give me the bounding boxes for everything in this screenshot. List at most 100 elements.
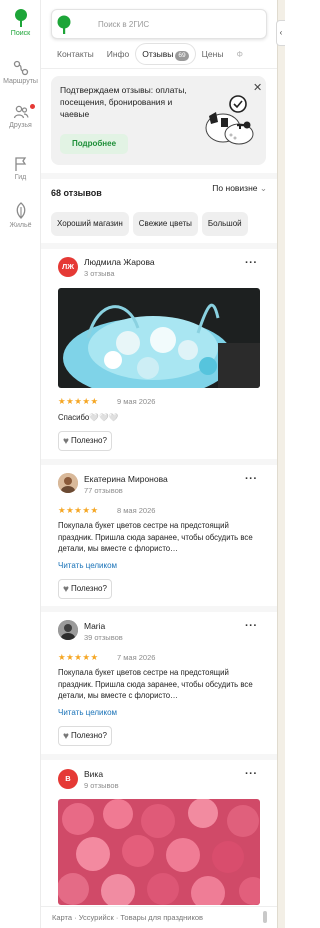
heart-icon: ♥: [63, 584, 69, 595]
more-options-icon[interactable]: ···: [245, 257, 258, 269]
review-text: Покупала букет цветов сестре на предстоя…: [58, 521, 253, 553]
tab-label: Контакты: [57, 49, 94, 59]
chevron-left-icon: ‹: [279, 28, 283, 37]
read-more-link[interactable]: Читать целиком: [58, 561, 117, 570]
search-pin-icon: [14, 9, 27, 27]
notification-dot: [30, 104, 35, 109]
tab-reviews[interactable]: Отзывы 69: [136, 44, 195, 64]
reviews-count-badge: 69: [175, 51, 189, 61]
rating-stars: ★★★★★: [58, 505, 99, 515]
left-rail: Поиск Маршруты Друзья Гид Жильё: [0, 0, 41, 928]
rating-stars: ★★★★★: [58, 652, 99, 662]
avatar[interactable]: [58, 620, 78, 640]
roses-photo-icon: [58, 799, 260, 905]
flowers-photo-icon: [58, 288, 260, 388]
review-photo[interactable]: [58, 288, 260, 388]
promo-text: Подтверждаем отзывы: оплаты, посещения, …: [60, 85, 187, 119]
reviews-header: 68 отзывов По новизне ⌄: [51, 183, 267, 198]
more-options-icon[interactable]: ···: [245, 768, 258, 780]
heart-icon: ♥: [63, 731, 69, 742]
section-divider: [41, 754, 277, 760]
useful-label: Полезно?: [70, 731, 107, 740]
rail-item-guide[interactable]: Гид: [0, 156, 41, 181]
reviewer-name[interactable]: Maria: [84, 621, 105, 631]
reviewer-review-count: 39 отзывов: [84, 633, 123, 642]
breadcrumb[interactable]: Карта · Уссурийск · Товары для празднико…: [52, 913, 203, 922]
rail-item-search[interactable]: Поиск: [0, 8, 41, 37]
verification-promo: Подтверждаем отзывы: оплаты, посещения, …: [51, 76, 266, 165]
section-divider: [41, 173, 277, 179]
chip-tag[interactable]: Хороший магазин: [51, 212, 129, 236]
useful-button[interactable]: ♥ Полезно?: [58, 579, 112, 599]
review-tag-chips: Хороший магазин Свежие цветы Большой: [51, 212, 277, 236]
tab-label: Цены: [201, 49, 224, 59]
review-date: 7 мая 2026: [117, 653, 156, 662]
search-box[interactable]: [51, 9, 267, 39]
read-more-link[interactable]: Читать целиком: [58, 708, 117, 717]
avatar[interactable]: ЛЖ: [58, 257, 78, 277]
user-photo-icon: [58, 473, 78, 493]
useful-button[interactable]: ♥ Полезно?: [58, 431, 112, 451]
housing-icon: [16, 202, 25, 219]
review-photo[interactable]: [58, 799, 260, 905]
reviewer-name[interactable]: Екатерина Миронова: [84, 474, 168, 484]
sort-label: По новизне: [212, 183, 258, 193]
reviewer-review-count: 9 отзывов: [84, 781, 119, 790]
search-input[interactable]: [98, 16, 258, 32]
avatar[interactable]: [58, 473, 78, 493]
rail-label: Друзья: [9, 122, 32, 129]
tab-label: Инфо: [106, 49, 130, 59]
rail-label: Маршруты: [3, 78, 38, 85]
heart-icon: ♥: [63, 436, 69, 447]
chip-tag[interactable]: Большой: [201, 212, 248, 236]
tab-label: Отзывы: [142, 49, 174, 59]
breadcrumb-footer: Карта · Уссурийск · Товары для празднико…: [41, 906, 277, 928]
review-text: Спасибо🤍🤍🤍: [58, 413, 119, 422]
guide-flag-icon: [14, 157, 26, 171]
rail-item-friends[interactable]: Друзья: [0, 104, 41, 129]
section-divider: [41, 459, 277, 465]
reviewer-review-count: 3 отзыва: [84, 269, 115, 278]
close-icon[interactable]: ✕: [253, 81, 262, 94]
tab-label: Ф: [236, 49, 243, 59]
map-edge[interactable]: [277, 0, 285, 928]
tab-photos[interactable]: Ф: [230, 44, 248, 64]
review-text: Покупала букет цветов сестре на предстоя…: [58, 668, 253, 700]
tab-contacts[interactable]: Контакты: [51, 44, 100, 64]
collapse-panel-button[interactable]: ‹: [276, 20, 285, 46]
reviewer-name[interactable]: Людмила Жарова: [84, 257, 155, 267]
useful-button[interactable]: ♥ Полезно?: [58, 726, 112, 746]
useful-label: Полезно?: [70, 436, 107, 445]
more-options-icon[interactable]: ···: [245, 473, 258, 485]
rail-item-housing[interactable]: Жильё: [0, 202, 41, 229]
rail-label: Поиск: [10, 30, 31, 37]
scrollbar[interactable]: [263, 911, 267, 923]
reviewer-review-count: 77 отзывов: [84, 486, 123, 495]
review-date: 8 мая 2026: [117, 506, 156, 515]
routes-icon: [13, 60, 28, 76]
2gis-logo-icon: [57, 15, 71, 34]
reviewer-name[interactable]: Вика: [84, 769, 103, 779]
place-tabs: Контакты Инфо Отзывы 69 Цены Ф: [51, 44, 277, 64]
rail-label: Гид: [14, 174, 27, 181]
more-details-button[interactable]: Подробнее: [60, 134, 128, 154]
avatar[interactable]: В: [58, 769, 78, 789]
section-divider: [41, 606, 277, 612]
friends-icon: [13, 105, 29, 119]
rail-item-routes[interactable]: Маршруты: [0, 60, 41, 85]
review-date: 9 мая 2026: [117, 397, 156, 406]
user-photo-icon: [58, 620, 78, 640]
more-options-icon[interactable]: ···: [245, 620, 258, 632]
chip-tag[interactable]: Свежие цветы: [132, 212, 198, 236]
tab-prices[interactable]: Цены: [196, 44, 230, 64]
sort-dropdown[interactable]: По новизне ⌄: [212, 183, 267, 194]
place-panel: Контакты Инфо Отзывы69 Цены Ф Подтверждаем о…: [41, 0, 277, 928]
divider: [41, 68, 277, 69]
chevron-down-icon: ⌄: [259, 183, 267, 193]
rating-stars: ★★★★★: [58, 396, 99, 406]
section-divider: [41, 243, 277, 249]
useful-label: Полезно?: [70, 584, 107, 593]
tab-info[interactable]: Инфо: [101, 44, 136, 64]
rail-label: Жильё: [9, 222, 32, 229]
reviews-count: 68 отзывов: [51, 188, 102, 198]
